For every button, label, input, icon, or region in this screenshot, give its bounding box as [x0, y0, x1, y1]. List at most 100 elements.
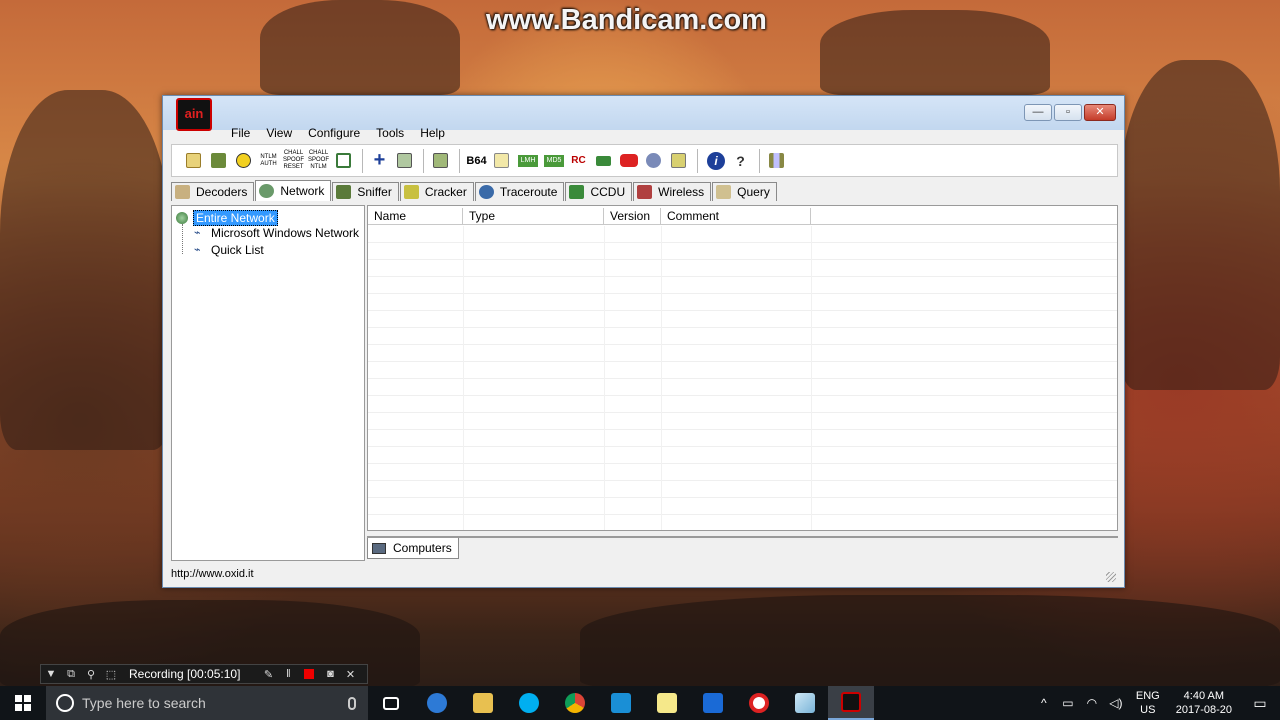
tab-traceroute[interactable]: Traceroute — [474, 182, 565, 201]
stop-icon[interactable] — [304, 669, 315, 679]
camera-icon[interactable]: ◙ — [320, 668, 340, 680]
menu-configure[interactable]: Configure — [300, 125, 368, 141]
background-rock — [820, 10, 1050, 95]
tab-ccdu[interactable]: CCDU — [565, 182, 633, 201]
list-rows[interactable] — [368, 226, 1117, 530]
menu-tools[interactable]: Tools — [368, 125, 412, 141]
menu-file[interactable]: File — [223, 125, 258, 141]
column-header-comment[interactable]: Comment — [661, 208, 811, 225]
volume-icon[interactable]: ◁) — [1104, 696, 1128, 710]
tablet-app-icon[interactable] — [782, 686, 828, 720]
start-button[interactable] — [0, 686, 46, 720]
record-icon[interactable] — [617, 149, 640, 172]
tab-decoders[interactable]: Decoders — [171, 182, 255, 201]
cracker-icon — [403, 185, 419, 199]
cain-taskbar-icon[interactable] — [828, 686, 874, 720]
notification-icon[interactable]: ▭ — [1240, 695, 1280, 712]
tab-sniffer[interactable]: Sniffer — [332, 182, 399, 201]
system-tray: ^ ▭ ◠ ◁) ENG US 4:40 AM 2017-08-20 ▭ — [1032, 686, 1280, 720]
dialup-icon[interactable] — [765, 149, 788, 172]
tab-network[interactable]: Network — [255, 180, 332, 201]
lock-icon[interactable] — [667, 149, 690, 172]
close-button[interactable]: ✕ — [1084, 104, 1116, 121]
minimize-button[interactable]: — — [1024, 104, 1052, 121]
fullscreen-icon[interactable]: ⬚ — [101, 668, 121, 681]
cain-app-icon[interactable]: ain — [176, 98, 212, 131]
pause-icon[interactable]: ‖ — [278, 668, 298, 680]
monitor-icon[interactable] — [332, 149, 355, 172]
column-header-version[interactable]: Version — [604, 208, 661, 225]
ntlm-auth-icon[interactable]: NTLM AUTH — [257, 149, 280, 172]
chevron-up-icon[interactable]: ^ — [1032, 696, 1056, 710]
cain-window: ain — ▫ ✕ File View Configure Tools Help… — [162, 95, 1125, 588]
rc-tool-icon[interactable]: RC — [567, 149, 590, 172]
tree-item-label: Entire Network — [193, 210, 278, 226]
chall-spoof-reset-icon[interactable]: CHALL SPOOF RESET — [282, 149, 305, 172]
column-header-type[interactable]: Type — [463, 208, 604, 225]
teamviewer-icon[interactable] — [690, 686, 736, 720]
tree-item-entire-network[interactable]: Entire Network — [176, 210, 278, 226]
lang-top: ENG — [1135, 690, 1160, 702]
sticky-notes-icon[interactable] — [644, 686, 690, 720]
info-icon[interactable]: i — [707, 151, 725, 170]
task-view-button[interactable] — [368, 686, 414, 720]
base64-icon[interactable]: B64 — [465, 149, 488, 172]
menu-view[interactable]: View — [258, 125, 300, 141]
close-icon[interactable]: ✕ — [340, 668, 360, 681]
tab-computers[interactable]: Computers — [367, 538, 459, 559]
grid-divider — [604, 226, 605, 530]
bandicam-icon[interactable] — [736, 686, 782, 720]
sniffer-icon — [336, 185, 352, 199]
chrome-icon[interactable] — [552, 686, 598, 720]
search-box[interactable]: Type here to search — [46, 686, 368, 720]
tree-item-quick-list[interactable]: ⌁ Quick List — [194, 243, 264, 257]
screen-icon[interactable] — [592, 149, 615, 172]
taskbar: Type here to search ^ ▭ ◠ ◁) ENG US 4:40… — [0, 686, 1280, 720]
tab-label: Sniffer — [357, 185, 392, 199]
network-card-icon[interactable] — [207, 149, 230, 172]
bottom-tab-strip: Computers — [367, 536, 1118, 559]
edit-icon[interactable] — [490, 149, 513, 172]
computer-icon — [372, 542, 386, 554]
toolbar-separator — [759, 148, 760, 173]
md5-hash-icon[interactable]: MD5 — [544, 154, 564, 167]
help-icon[interactable]: ? — [729, 149, 752, 172]
tree-item-microsoft-windows-network[interactable]: ⌁ Microsoft Windows Network — [194, 226, 359, 240]
tab-wireless[interactable]: Wireless — [633, 182, 712, 201]
open-folder-icon[interactable] — [182, 149, 205, 172]
clock[interactable]: 4:40 AM 2017-08-20 — [1176, 689, 1232, 717]
menu-help[interactable]: Help — [412, 125, 453, 141]
grid-divider — [463, 226, 464, 530]
add-icon[interactable]: + — [368, 149, 391, 172]
zoom-icon[interactable]: ⚲ — [81, 668, 101, 681]
toolbar-separator — [697, 148, 698, 173]
edge-icon[interactable] — [414, 686, 460, 720]
microphone-icon[interactable] — [348, 696, 356, 710]
grid-divider — [811, 226, 812, 530]
window-controls: — ▫ ✕ — [1024, 104, 1116, 121]
dropdown-icon[interactable]: ▼ — [41, 668, 61, 680]
maximize-button[interactable]: ▫ — [1054, 104, 1082, 121]
tree-item-label: Microsoft Windows Network — [211, 226, 360, 240]
window-mode-icon[interactable]: ⧉ — [61, 668, 81, 681]
chall-spoof-ntlm-icon[interactable]: CHALL SPOOF NTLM — [307, 149, 330, 172]
battery-icon[interactable]: ▭ — [1056, 696, 1080, 710]
delete-icon[interactable] — [393, 149, 416, 172]
decoders-icon — [175, 185, 190, 199]
wifi-icon[interactable]: ◠ — [1080, 696, 1104, 710]
pen-icon[interactable]: ✎ — [258, 668, 278, 681]
settings-icon[interactable] — [642, 149, 665, 172]
camera-app-icon[interactable] — [598, 686, 644, 720]
tab-label: Cracker — [424, 185, 467, 199]
tab-query[interactable]: Query — [712, 182, 777, 201]
language-indicator[interactable]: ENG US — [1136, 689, 1160, 717]
resize-grip-icon[interactable] — [1106, 572, 1116, 582]
lm-hash-icon[interactable]: LMH — [518, 154, 538, 167]
refresh-icon[interactable] — [429, 149, 452, 172]
tab-cracker[interactable]: Cracker — [399, 182, 474, 201]
file-explorer-icon[interactable] — [460, 686, 506, 720]
skype-icon[interactable] — [506, 686, 552, 720]
network-tree: Entire Network ⌁ Microsoft Windows Netwo… — [171, 205, 365, 561]
radioactive-icon[interactable] — [232, 149, 255, 172]
column-header-name[interactable]: Name — [368, 208, 463, 225]
